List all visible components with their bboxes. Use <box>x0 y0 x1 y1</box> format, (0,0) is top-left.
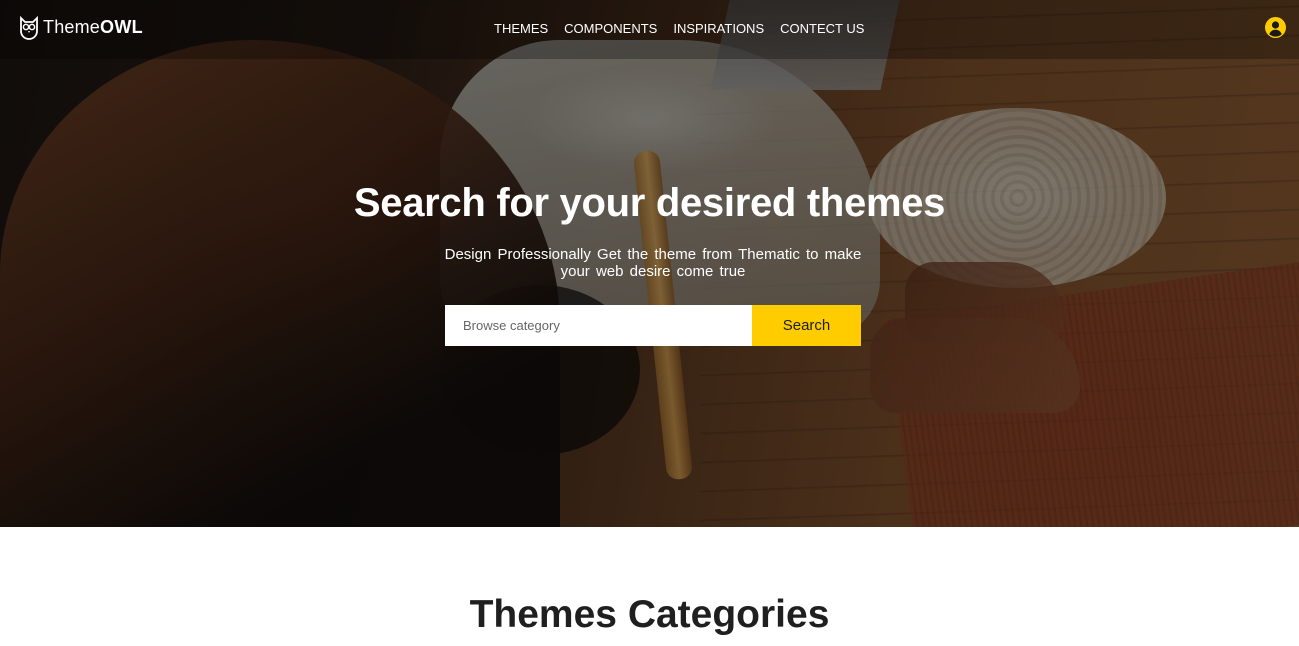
owl-icon <box>20 15 38 40</box>
user-account-button[interactable] <box>1265 17 1286 38</box>
nav-item-contact[interactable]: CONTECT US <box>780 21 864 36</box>
brand-name-bold: OWL <box>100 16 143 37</box>
hero-banner: Theme OWL THEMES COMPONENTS INSPIRATIONS … <box>0 0 1299 527</box>
user-circle-icon <box>1265 17 1286 38</box>
brand-name-light: Theme <box>43 16 101 37</box>
nav-item-themes[interactable]: THEMES <box>494 21 548 36</box>
nav-item-components[interactable]: COMPONENTS <box>564 21 657 36</box>
search-button[interactable]: Search <box>752 305 861 346</box>
nav-item-inspirations[interactable]: INSPIRATIONS <box>673 21 764 36</box>
category-search-form: Search <box>445 305 861 346</box>
top-navbar: Theme OWL THEMES COMPONENTS INSPIRATIONS … <box>0 0 1299 59</box>
category-search-input[interactable] <box>445 305 752 346</box>
section-title-themes-categories: Themes Categories <box>469 593 830 636</box>
main-nav: THEMES COMPONENTS INSPIRATIONS CONTECT U… <box>494 21 880 36</box>
brand-logo[interactable]: Theme OWL <box>18 12 143 42</box>
hero-title: Search for your desired themes <box>353 181 946 225</box>
hero-subtitle: Design Professionally Get the theme from… <box>444 246 862 280</box>
